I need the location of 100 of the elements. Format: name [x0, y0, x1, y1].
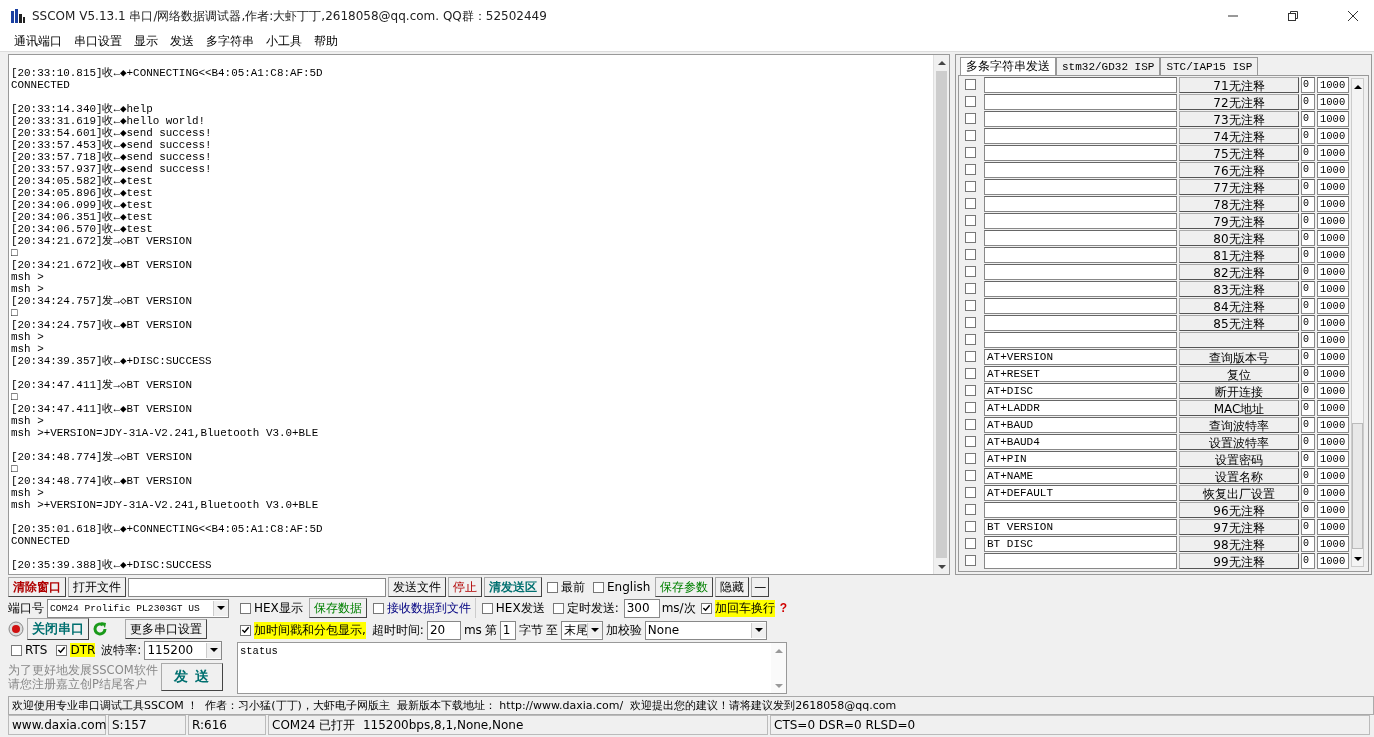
command-field[interactable] [984, 246, 1177, 263]
order-field[interactable]: 0 [1301, 161, 1315, 178]
order-field[interactable]: 0 [1301, 127, 1315, 144]
order-field[interactable]: 0 [1301, 484, 1315, 501]
checkbox[interactable] [965, 113, 976, 124]
menu-item[interactable]: 多字符串 [200, 33, 260, 50]
command-field[interactable] [984, 195, 1177, 212]
checkbox[interactable] [700, 602, 712, 614]
command-field[interactable] [984, 314, 1177, 331]
send-string-button[interactable]: 99无注释 [1179, 552, 1299, 569]
command-field[interactable] [984, 297, 1177, 314]
collapse-button[interactable]: — [751, 577, 770, 597]
send-string-button[interactable]: 74无注释 [1179, 127, 1299, 144]
send-string-button[interactable]: 82无注释 [1179, 263, 1299, 280]
checkbox[interactable] [965, 266, 976, 277]
order-field[interactable]: 0 [1301, 348, 1315, 365]
tab[interactable]: 多条字符串发送 [960, 57, 1056, 75]
tab[interactable]: stm32/GD32 ISP [1056, 57, 1161, 75]
refresh-icon[interactable] [92, 621, 108, 637]
order-field[interactable]: 0 [1301, 365, 1315, 382]
order-field[interactable]: 0 [1301, 93, 1315, 110]
save-params-button[interactable]: 保存参数 [655, 577, 714, 597]
checkbox[interactable] [965, 436, 976, 447]
baud-select[interactable]: 115200 [144, 640, 223, 660]
scroll-down-icon[interactable] [937, 564, 946, 569]
scroll-up-icon[interactable] [937, 60, 946, 65]
order-field[interactable]: 0 [1301, 212, 1315, 229]
send-string-button[interactable]: 97无注释 [1179, 518, 1299, 535]
end-select[interactable]: 末尾 [560, 620, 603, 640]
send-string-button[interactable]: 81无注释 [1179, 246, 1299, 263]
close-icon[interactable] [1348, 11, 1358, 21]
send-string-button[interactable]: 查询版本号 [1179, 348, 1299, 365]
command-field[interactable] [984, 110, 1177, 127]
checkbox[interactable] [965, 419, 976, 430]
send-file-button[interactable]: 发送文件 [388, 577, 446, 597]
command-field[interactable] [984, 178, 1177, 195]
command-field[interactable]: AT+VERSION [984, 348, 1177, 365]
delay-field[interactable]: 1000 [1317, 450, 1349, 467]
open-file-button[interactable]: 打开文件 [68, 577, 126, 597]
checkbox[interactable] [965, 538, 976, 549]
checkbox[interactable] [965, 317, 976, 328]
order-field[interactable]: 0 [1301, 195, 1315, 212]
send-string-button[interactable]: 98无注释 [1179, 535, 1299, 552]
maximize-icon[interactable] [1288, 11, 1298, 21]
command-field[interactable]: AT+PIN [984, 450, 1177, 467]
order-field[interactable]: 0 [1301, 314, 1315, 331]
send-string-button[interactable]: 73无注释 [1179, 110, 1299, 127]
send-string-button[interactable]: 设置波特率 [1179, 433, 1299, 450]
command-field[interactable] [984, 331, 1177, 348]
send-button[interactable]: 发 送 [161, 663, 223, 691]
delay-field[interactable]: 1000 [1317, 399, 1349, 416]
checkbox[interactable] [965, 215, 976, 226]
send-string-button[interactable]: 83无注释 [1179, 280, 1299, 297]
command-field[interactable]: BT VERSION [984, 518, 1177, 535]
checkbox[interactable] [965, 96, 976, 107]
close-port-button[interactable]: 关闭串口 [27, 618, 89, 640]
send-string-button[interactable]: 96无注释 [1179, 501, 1299, 518]
send-string-button[interactable]: MAC地址 [1179, 399, 1299, 416]
checkbox[interactable] [965, 232, 976, 243]
command-field[interactable]: AT+DEFAULT [984, 484, 1177, 501]
checkbox[interactable] [965, 470, 976, 481]
order-field[interactable]: 0 [1301, 535, 1315, 552]
scrollbar[interactable] [933, 55, 949, 574]
byte-from-field[interactable]: 1 [499, 620, 516, 640]
send-string-button[interactable]: 断开连接 [1179, 382, 1299, 399]
scroll-up-icon[interactable] [1353, 84, 1362, 89]
delay-field[interactable]: 1000 [1317, 246, 1349, 263]
scrollbar-thumb[interactable] [936, 71, 947, 558]
send-string-button[interactable]: 75无注释 [1179, 144, 1299, 161]
order-field[interactable]: 0 [1301, 229, 1315, 246]
checkbox[interactable] [552, 602, 564, 614]
checkbox[interactable] [240, 624, 251, 636]
checkbox[interactable] [547, 581, 558, 593]
checkbox[interactable] [965, 385, 976, 396]
tab[interactable]: STC/IAP15 ISP [1160, 57, 1259, 75]
command-field[interactable]: AT+BAUD4 [984, 433, 1177, 450]
command-field[interactable] [984, 144, 1177, 161]
order-field[interactable]: 0 [1301, 263, 1315, 280]
send-string-button[interactable]: 80无注释 [1179, 229, 1299, 246]
scroll-down-icon[interactable] [1353, 556, 1362, 561]
checkbox[interactable] [593, 581, 604, 593]
command-field[interactable] [984, 263, 1177, 280]
checkbox[interactable] [965, 504, 976, 515]
send-string-button[interactable]: 77无注释 [1179, 178, 1299, 195]
stop-button[interactable]: 停止 [448, 577, 482, 597]
order-field[interactable]: 0 [1301, 467, 1315, 484]
checkbox[interactable] [965, 453, 976, 464]
send-string-button[interactable]: 查询波特率 [1179, 416, 1299, 433]
delay-field[interactable]: 1000 [1317, 331, 1349, 348]
order-field[interactable]: 0 [1301, 501, 1315, 518]
checkbox[interactable] [965, 555, 976, 566]
delay-field[interactable]: 1000 [1317, 212, 1349, 229]
order-field[interactable]: 0 [1301, 280, 1315, 297]
command-field[interactable] [984, 501, 1177, 518]
send-string-button[interactable]: 复位 [1179, 365, 1299, 382]
delay-field[interactable]: 1000 [1317, 535, 1349, 552]
checkbox[interactable] [372, 602, 384, 614]
checkbox[interactable] [965, 368, 976, 379]
checkbox[interactable] [965, 79, 976, 90]
command-field[interactable] [984, 229, 1177, 246]
